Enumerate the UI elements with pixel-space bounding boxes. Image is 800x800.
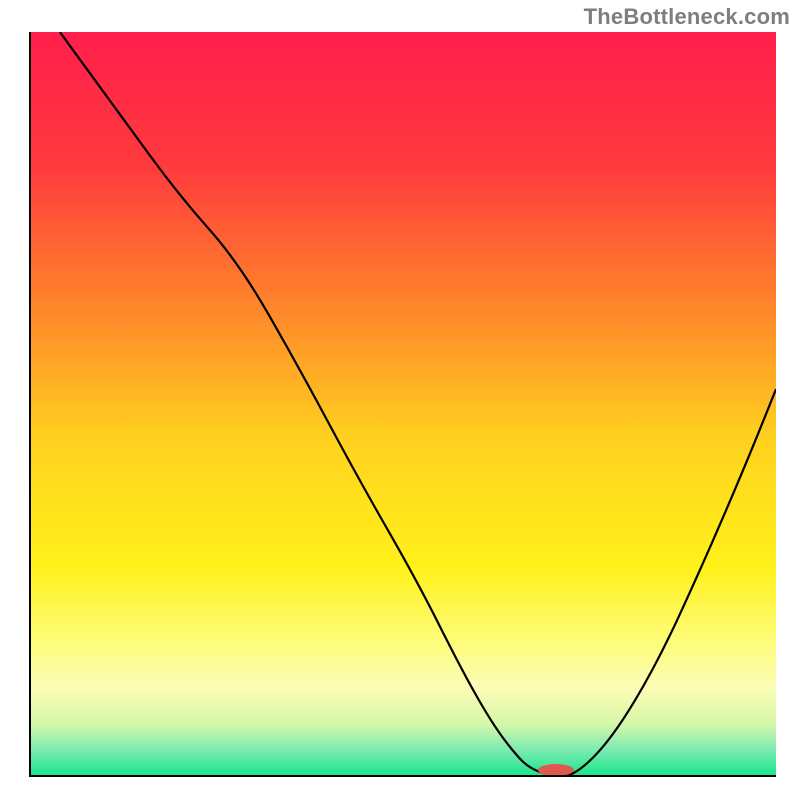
bottleneck-chart xyxy=(0,0,800,800)
chart-container: TheBottleneck.com xyxy=(0,0,800,800)
watermark-text: TheBottleneck.com xyxy=(584,4,790,30)
optimal-marker xyxy=(538,764,574,776)
